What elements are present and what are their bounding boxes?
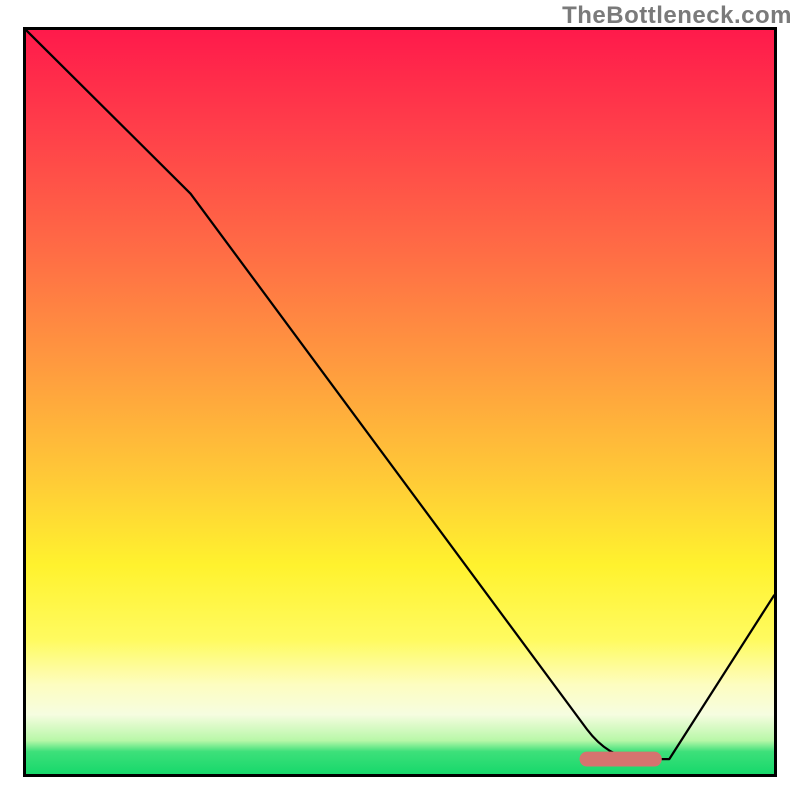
watermark-text: TheBottleneck.com <box>562 2 792 30</box>
optimal-marker <box>580 752 662 767</box>
plot-area <box>23 27 777 777</box>
curve-svg <box>26 30 774 774</box>
chart-frame: TheBottleneck.com <box>0 0 800 800</box>
bottleneck-curve <box>26 30 774 759</box>
